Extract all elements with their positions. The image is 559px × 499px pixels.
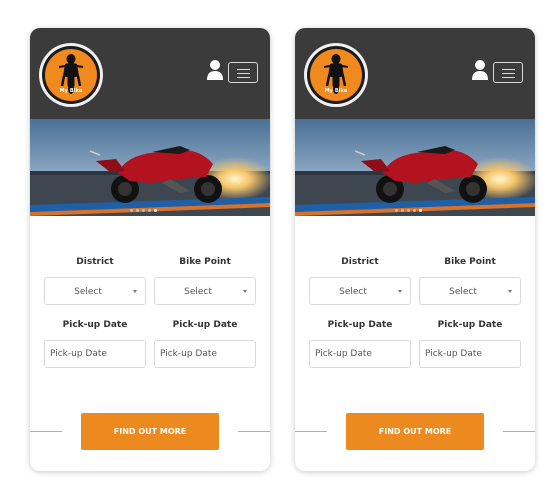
carousel-dot[interactable] (407, 209, 410, 212)
pickup-date-input[interactable] (44, 340, 146, 368)
bike-point-label: Bike Point (179, 257, 231, 267)
brand-logo[interactable]: My Bike (39, 43, 103, 107)
brand-logo[interactable]: My Bike (304, 43, 368, 107)
carousel-dot[interactable] (154, 209, 157, 212)
pickup-date-label: Pick-up Date (327, 320, 393, 330)
carousel-dot[interactable] (142, 209, 145, 212)
bike-point-label: Bike Point (444, 257, 496, 267)
district-select[interactable]: Select (44, 277, 146, 305)
select-caret-icon (508, 290, 512, 293)
user-icon[interactable] (206, 59, 224, 81)
bike-point-select[interactable]: Select (154, 277, 256, 305)
carousel-dot[interactable] (419, 209, 422, 212)
header-bar: My Bike (295, 28, 535, 119)
pickup-date-label: Pick-up Date (62, 320, 128, 330)
decorative-line (503, 431, 535, 432)
logo-text: My Bike (324, 88, 348, 94)
hero-motorbike-image (295, 119, 535, 216)
district-select[interactable]: Select (309, 277, 411, 305)
decorative-line (238, 431, 270, 432)
select-caret-icon (243, 290, 247, 293)
pickup-date-input[interactable] (309, 340, 411, 368)
carousel-dot[interactable] (130, 209, 133, 212)
pickup-date-label: Pick-up Date (437, 320, 503, 330)
find-out-more-button[interactable]: FIND OUT MORE (346, 413, 484, 450)
carousel-dot[interactable] (395, 209, 398, 212)
hero-motorbike-image (30, 119, 270, 216)
decorative-line (295, 431, 327, 432)
pickup-date-label: Pick-up Date (172, 320, 238, 330)
district-label: District (341, 257, 379, 267)
bike-point-select[interactable]: Select (419, 277, 521, 305)
carousel-dot[interactable] (413, 209, 416, 212)
logo-text: My Bike (59, 88, 83, 94)
decorative-line (30, 431, 62, 432)
carousel-indicators (395, 209, 422, 212)
carousel-dot[interactable] (136, 209, 139, 212)
pickup-date-input[interactable] (419, 340, 521, 368)
select-caret-icon (398, 290, 402, 293)
hamburger-menu-icon[interactable] (228, 62, 258, 83)
hero-carousel[interactable] (30, 119, 270, 216)
carousel-dot[interactable] (148, 209, 151, 212)
find-out-more-button[interactable]: FIND OUT MORE (81, 413, 219, 450)
mobile-screen: My Bike District Bike Point Select Selec… (295, 28, 535, 471)
user-icon[interactable] (471, 59, 489, 81)
header-bar: My Bike (30, 28, 270, 119)
district-label: District (76, 257, 114, 267)
select-caret-icon (133, 290, 137, 293)
mobile-screen: My Bike District Bike Point Select Selec… (30, 28, 270, 471)
carousel-indicators (130, 209, 157, 212)
pickup-date-input[interactable] (154, 340, 256, 368)
hero-carousel[interactable] (295, 119, 535, 216)
carousel-dot[interactable] (401, 209, 404, 212)
hamburger-menu-icon[interactable] (493, 62, 523, 83)
